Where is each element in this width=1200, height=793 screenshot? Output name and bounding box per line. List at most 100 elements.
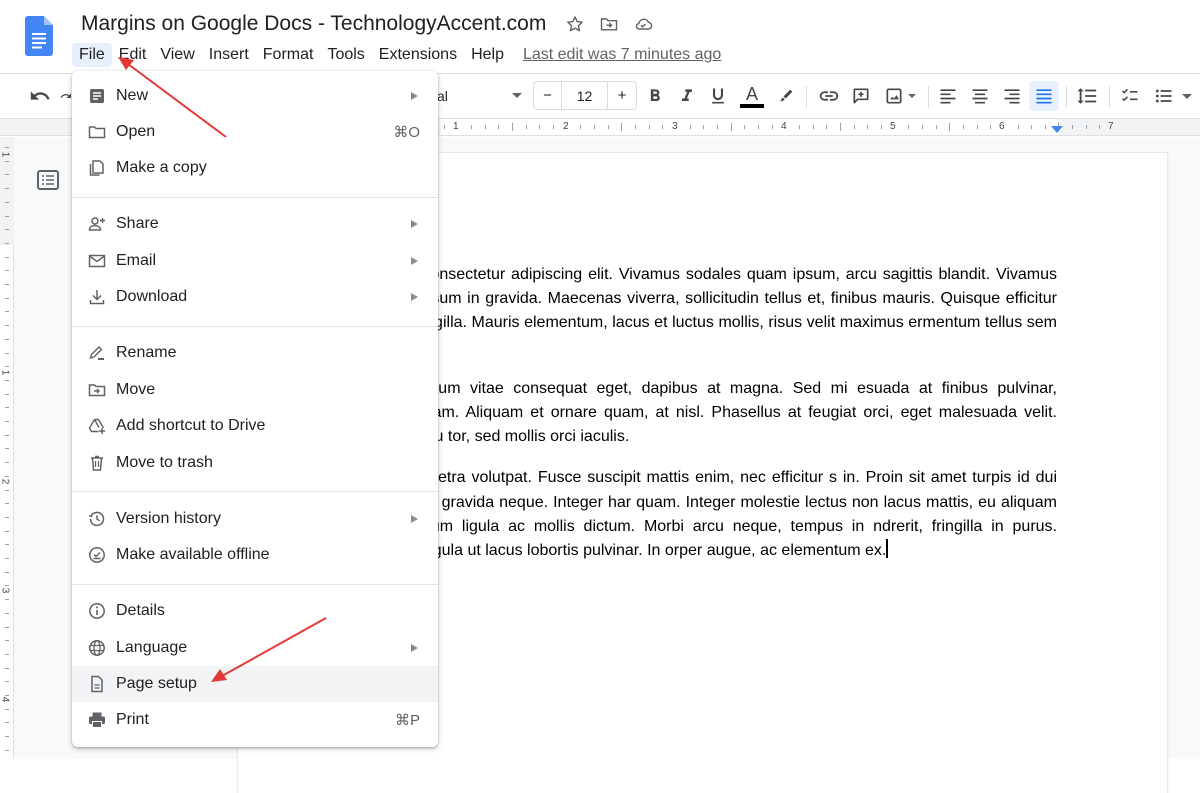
insert-image-button[interactable] bbox=[882, 82, 918, 110]
file-menu-move-to-trash[interactable]: Move to trash bbox=[72, 445, 438, 481]
file-menu-email[interactable]: Email bbox=[72, 243, 438, 279]
vertical-ruler-tick bbox=[5, 366, 9, 368]
file-menu-move[interactable]: Move bbox=[72, 372, 438, 408]
ruler-tick bbox=[962, 125, 964, 129]
submenu-arrow-icon bbox=[411, 92, 418, 100]
menu-divider bbox=[72, 197, 438, 198]
menu-item-label: Language bbox=[116, 639, 188, 656]
ruler-tick bbox=[580, 125, 582, 129]
bold-button[interactable] bbox=[645, 82, 665, 110]
document-outline-icon[interactable] bbox=[37, 170, 59, 190]
menu-edit[interactable]: Edit bbox=[112, 43, 154, 67]
highlight-color-button[interactable] bbox=[776, 82, 796, 110]
vertical-ruler-tick bbox=[5, 516, 9, 518]
file-menu-download[interactable]: Download bbox=[72, 279, 438, 315]
vertical-ruler-tick bbox=[5, 421, 9, 422]
menu-file[interactable]: File bbox=[72, 43, 112, 67]
text-color-swatch bbox=[740, 103, 764, 108]
align-right-button[interactable] bbox=[1001, 82, 1023, 110]
file-menu-language[interactable]: Language bbox=[72, 630, 438, 666]
bulleted-list-button[interactable] bbox=[1152, 82, 1194, 110]
file-menu-add-shortcut[interactable]: Add shortcut to Drive bbox=[72, 408, 438, 444]
menu-help[interactable]: Help bbox=[464, 43, 511, 67]
font-dropdown-caret-icon[interactable] bbox=[512, 93, 522, 98]
font-family-dropdown[interactable]: al bbox=[437, 88, 448, 104]
download-icon bbox=[88, 288, 106, 306]
file-menu: New Open ⌘O Make a copy Share Email Down… bbox=[72, 71, 438, 747]
menu-item-label: Download bbox=[116, 288, 188, 305]
align-center-button[interactable] bbox=[969, 82, 991, 110]
menu-item-label: Print bbox=[116, 711, 149, 728]
menu-item-label: Email bbox=[116, 252, 157, 269]
menu-item-label: Open bbox=[116, 123, 156, 140]
file-menu-new[interactable]: New bbox=[72, 78, 438, 114]
cloud-saved-icon[interactable] bbox=[633, 14, 653, 34]
move-to-folder-icon[interactable] bbox=[599, 14, 619, 34]
star-icon[interactable] bbox=[565, 14, 585, 34]
file-menu-page-setup[interactable]: Page setup bbox=[72, 666, 438, 702]
ruler-number: 1 bbox=[453, 121, 459, 132]
insert-link-button[interactable] bbox=[817, 82, 841, 110]
right-indent-marker[interactable] bbox=[1051, 126, 1063, 133]
ruler-tick bbox=[853, 125, 855, 129]
ruler-tick bbox=[539, 125, 541, 129]
vertical-ruler-number: 2 bbox=[0, 478, 11, 485]
vertical-ruler[interactable]: 1 1 2 3 4 bbox=[0, 137, 14, 759]
font-size-input[interactable]: 12 bbox=[562, 82, 608, 109]
bulleted-list-caret-icon bbox=[1182, 93, 1192, 99]
vertical-ruler-number: 1 bbox=[0, 151, 11, 158]
add-comment-icon bbox=[853, 88, 869, 104]
redo-button[interactable] bbox=[60, 82, 72, 110]
menu-extensions[interactable]: Extensions bbox=[372, 43, 464, 67]
menu-item-label: Version history bbox=[116, 510, 221, 527]
menu-divider bbox=[72, 491, 438, 492]
redo-icon bbox=[60, 93, 71, 98]
document-title[interactable]: Margins on Google Docs - TechnologyAccen… bbox=[81, 12, 546, 36]
file-menu-open[interactable]: Open ⌘O bbox=[72, 114, 438, 150]
decrease-font-size-button[interactable]: − bbox=[534, 82, 562, 109]
google-docs-logo-icon[interactable] bbox=[25, 16, 53, 56]
file-menu-share[interactable]: Share bbox=[72, 206, 438, 242]
file-menu-print[interactable]: Print ⌘P bbox=[72, 702, 438, 738]
ruler-tick bbox=[552, 125, 554, 129]
menu-item-label: Rename bbox=[116, 344, 177, 361]
underline-button[interactable] bbox=[708, 82, 728, 110]
shortcut-label: ⌘P bbox=[394, 712, 420, 729]
menu-tools[interactable]: Tools bbox=[320, 43, 371, 67]
info-icon bbox=[88, 602, 106, 620]
vertical-ruler-tick bbox=[5, 599, 9, 601]
file-menu-details[interactable]: Details bbox=[72, 593, 438, 629]
menu-item-label: Move bbox=[116, 381, 156, 398]
undo-button[interactable] bbox=[28, 82, 52, 110]
ruler-tick bbox=[812, 125, 814, 129]
line-spacing-button[interactable] bbox=[1074, 82, 1100, 110]
vertical-ruler-tick bbox=[5, 503, 9, 505]
menu-format[interactable]: Format bbox=[256, 43, 321, 67]
vertical-ruler-tick bbox=[5, 284, 9, 285]
text-color-button[interactable]: A bbox=[739, 82, 765, 110]
italic-button[interactable] bbox=[677, 82, 697, 110]
justify-button[interactable] bbox=[1029, 81, 1059, 111]
vertical-ruler-tick bbox=[5, 475, 9, 477]
globe-icon bbox=[88, 639, 106, 657]
last-edit-link[interactable]: Last edit was 7 minutes ago bbox=[523, 46, 721, 64]
ruler-tick bbox=[498, 125, 500, 129]
file-menu-rename[interactable]: Rename bbox=[72, 335, 438, 371]
underline-icon bbox=[712, 88, 724, 104]
file-menu-make-offline[interactable]: Make available offline bbox=[72, 537, 438, 573]
add-comment-button[interactable] bbox=[850, 82, 872, 110]
file-menu-make-copy[interactable]: Make a copy bbox=[72, 150, 438, 186]
align-left-button[interactable] bbox=[937, 82, 959, 110]
line-spacing-icon bbox=[1077, 88, 1097, 104]
highlighter-icon bbox=[780, 89, 793, 102]
ruler-tick bbox=[443, 125, 445, 129]
menu-view[interactable]: View bbox=[153, 43, 201, 67]
vertical-ruler-tick bbox=[5, 640, 9, 642]
vertical-ruler-tick bbox=[5, 448, 9, 450]
menu-insert[interactable]: Insert bbox=[202, 43, 256, 67]
checklist-button[interactable] bbox=[1118, 82, 1142, 110]
vertical-ruler-tick bbox=[5, 311, 9, 313]
increase-font-size-button[interactable]: + bbox=[608, 82, 636, 109]
ruler-tick bbox=[689, 125, 691, 129]
file-menu-version-history[interactable]: Version history bbox=[72, 501, 438, 537]
